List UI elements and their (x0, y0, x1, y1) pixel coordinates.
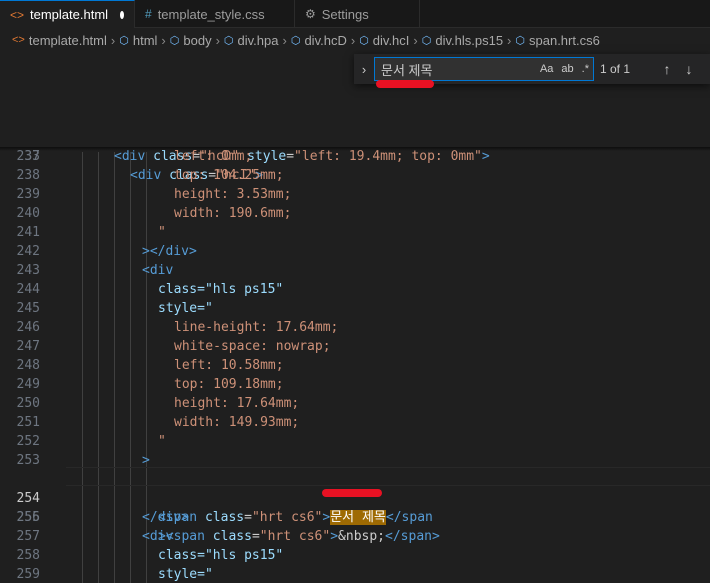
code-line[interactable]: 249 top: 109.18mm; (0, 375, 710, 394)
breadcrumb: <> template.html › ⬡ html › ⬡ body › ⬡ div.h… (0, 28, 710, 52)
breadcrumb-item[interactable]: <> template.html (12, 33, 107, 48)
whole-word-icon[interactable]: ab (561, 63, 573, 75)
code-line[interactable]: 256 </div> (0, 508, 710, 527)
breadcrumb-item[interactable]: ⬡ div.hpa (224, 33, 279, 48)
tab-label: template_style.css (157, 6, 265, 22)
code-line[interactable]: 247 white-space: nowrap; (0, 337, 710, 356)
css-file-icon: # (145, 7, 152, 21)
code-line[interactable]: 258 class="hls ps15" (0, 546, 710, 565)
element-cube-icon: ⬡ (223, 34, 234, 47)
tab-label: Settings (321, 6, 369, 22)
html-file-icon: <> (10, 7, 25, 22)
gear-icon: ⚙ (305, 7, 316, 21)
code-line[interactable]: 246 line-height: 17.64mm; (0, 318, 710, 337)
code-line[interactable]: 259 style=" (0, 565, 710, 583)
code-line[interactable]: 248 left: 10.58mm; (0, 356, 710, 375)
next-match-icon[interactable]: ↓ (678, 61, 700, 77)
chevron-right-icon: › (350, 32, 356, 48)
element-cube-icon: ⬡ (515, 34, 525, 47)
code-line[interactable]: 253 > (0, 451, 710, 470)
code-line[interactable]: 240 width: 190.6mm; (0, 204, 710, 223)
red-annotation-mark (322, 489, 382, 497)
toggle-replace-chevron-icon[interactable]: › (354, 62, 374, 77)
chevron-right-icon: › (413, 32, 418, 48)
breadcrumb-item[interactable]: ⬡ div.hcD (291, 33, 347, 48)
tab-template-style-css[interactable]: # template_style.css (135, 0, 295, 28)
code-line[interactable]: 244 class="hls ps15" (0, 280, 710, 299)
code-line[interactable]: 257 <div (0, 527, 710, 546)
code-editor[interactable]: 2 <html> 4 <body> 9 <div class="hpa" sty… (0, 52, 710, 583)
breadcrumb-item[interactable]: ⬡ body (170, 33, 212, 48)
code-line[interactable]: 251 width: 149.93mm; (0, 413, 710, 432)
tab-template-html[interactable]: <> template.html (0, 0, 135, 28)
code-line[interactable]: 239 height: 3.53mm; (0, 185, 710, 204)
unsaved-dot-icon[interactable] (120, 10, 124, 19)
regex-icon[interactable]: .* (582, 63, 589, 75)
code-line[interactable]: 243 <div (0, 261, 710, 280)
tab-settings[interactable]: ⚙ Settings (295, 0, 420, 28)
code-line[interactable]: 245 style=" (0, 299, 710, 318)
sticky-line[interactable]: 9 <div class="hpa" style="width: 210mm; … (0, 90, 710, 145)
previous-match-icon[interactable]: ↑ (656, 61, 678, 77)
element-cube-icon: ⬡ (290, 34, 301, 47)
breadcrumb-item[interactable]: ⬡ div.hls.ps15 (422, 33, 503, 48)
breadcrumb-item[interactable]: ⬡ div.hcI (359, 33, 409, 48)
code-line[interactable]: 250 height: 17.64mm; (0, 394, 710, 413)
find-input[interactable]: 문서 제목 Aa ab .* (374, 57, 594, 81)
match-case-icon[interactable]: Aa (540, 63, 553, 75)
element-cube-icon: ⬡ (359, 34, 369, 47)
element-cube-icon: ⬡ (421, 34, 432, 47)
match-count: 1 of 1 (600, 62, 631, 76)
code-line[interactable]: 237 left: 0mm; (0, 147, 710, 166)
breadcrumb-item[interactable]: ⬡ html (119, 33, 157, 48)
element-cube-icon: ⬡ (119, 34, 129, 47)
red-annotation-mark (376, 80, 434, 88)
html-file-icon: <> (12, 34, 25, 46)
tab-label: template.html (30, 7, 109, 22)
sticky-line[interactable]: 32 <div class="hcD" style="left: 19.4mm;… (0, 109, 710, 164)
code-line[interactable]: 241 " (0, 223, 710, 242)
code-line[interactable]: 252 " (0, 432, 710, 451)
element-cube-icon: ⬡ (169, 34, 180, 47)
editor-tab-bar: <> template.html # template_style.css ⚙ … (0, 0, 710, 28)
chevron-right-icon: › (282, 32, 287, 48)
chevron-right-icon: › (110, 32, 116, 48)
sticky-line[interactable]: 33 <div class="hcI"> (0, 128, 710, 183)
breadcrumb-item[interactable]: ⬡ span.hrt.cs6 (515, 33, 599, 48)
code-line[interactable]: 242 ></div> (0, 242, 710, 261)
code-line[interactable]: 238 top: 104.25mm; (0, 166, 710, 185)
find-query[interactable]: 문서 제목 (381, 60, 536, 79)
chevron-right-icon: › (507, 32, 512, 48)
chevron-right-icon: › (161, 32, 166, 48)
code-line-current[interactable]: 254 <span class="hrt cs6">문서 제목</span (0, 470, 710, 525)
chevron-right-icon: › (215, 32, 220, 48)
